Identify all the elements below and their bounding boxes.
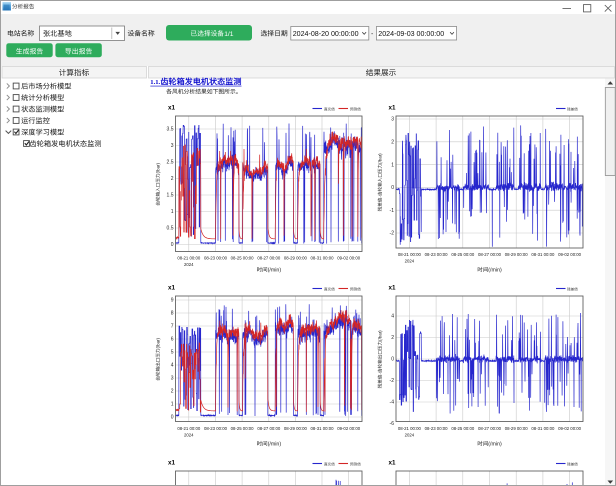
svg-text:x1: x1 [389,460,397,467]
svg-text:-2: -2 [390,231,395,237]
svg-text:2: 2 [391,140,394,146]
svg-text:6: 6 [171,337,174,343]
svg-text:2024: 2024 [405,259,415,264]
svg-text:4: 4 [171,363,174,369]
svg-text:8: 8 [171,311,174,317]
svg-text:08-21 00:00: 08-21 00:00 [177,426,201,431]
svg-text:08-23 00:00: 08-23 00:00 [425,426,449,431]
svg-text:09-02 00:00: 09-02 00:00 [558,252,582,257]
svg-text:3: 3 [391,117,394,123]
svg-text:2024-08-20 00:00:00: 2024-08-20 00:00:00 [293,30,359,38]
svg-text:08-27 00:00: 08-27 00:00 [257,256,281,261]
svg-text:0.5: 0.5 [167,226,174,232]
svg-text:2.5: 2.5 [167,160,174,166]
svg-text:-6: -6 [390,421,395,427]
svg-text:08-21 00:00: 08-21 00:00 [398,252,422,257]
svg-text:9: 9 [171,298,174,304]
svg-text:2: 2 [391,335,394,341]
svg-text:08-29 00:00: 08-29 00:00 [284,426,308,431]
svg-text:08-29 00:00: 08-29 00:00 [505,426,529,431]
svg-text:08-31 00:00: 08-31 00:00 [531,252,555,257]
svg-text:1.5: 1.5 [167,193,174,199]
svg-text:08-25 00:00: 08-25 00:00 [451,252,475,257]
svg-text:3: 3 [171,376,174,382]
svg-text:08-29 00:00: 08-29 00:00 [284,256,308,261]
svg-text:0: 0 [171,242,174,248]
svg-text:09-02 00:00: 09-02 00:00 [337,256,361,261]
svg-text:08-23 00:00: 08-23 00:00 [204,256,228,261]
svg-text:08-23 00:00: 08-23 00:00 [425,252,449,257]
svg-text:7: 7 [171,324,174,330]
svg-text:3.5: 3.5 [167,127,174,133]
svg-text:08-25 00:00: 08-25 00:00 [231,256,255,261]
svg-text:09-02 00:00: 09-02 00:00 [337,426,361,431]
svg-text:4: 4 [391,314,394,320]
svg-text:1: 1 [171,402,174,408]
svg-text:08-25 00:00: 08-25 00:00 [231,426,255,431]
svg-text:08-31 00:00: 08-31 00:00 [311,256,335,261]
svg-text:08-31 00:00: 08-31 00:00 [531,426,555,431]
svg-text:08-21 00:00: 08-21 00:00 [177,256,201,261]
svg-text:(/bar): (/bar) [156,162,161,173]
svg-text:2024: 2024 [184,433,194,438]
svg-text:(/bar): (/bar) [378,153,383,164]
svg-text:08-21 00:00: 08-21 00:00 [398,426,422,431]
svg-text:x1: x1 [389,285,397,292]
svg-text:09-02 00:00: 09-02 00:00 [558,426,582,431]
svg-text:x1: x1 [168,105,176,112]
svg-text:08-29 00:00: 08-29 00:00 [505,252,529,257]
svg-text:1.1.: 1.1. [150,79,160,86]
svg-text:1: 1 [171,209,174,215]
svg-text:0: 0 [171,415,174,421]
svg-text:-1: -1 [390,208,395,214]
svg-text:08-27 00:00: 08-27 00:00 [478,252,502,257]
svg-text:08-25 00:00: 08-25 00:00 [451,426,475,431]
svg-text:1: 1 [391,162,394,168]
svg-text:08-27 00:00: 08-27 00:00 [478,426,502,431]
svg-text:2024-09-03 00:00:00: 2024-09-03 00:00:00 [378,30,444,38]
svg-text:08-27 00:00: 08-27 00:00 [257,426,281,431]
svg-text:2: 2 [171,389,174,395]
svg-text:(/min): (/min) [268,442,282,448]
svg-text:x1: x1 [168,460,176,467]
svg-text:2024: 2024 [184,262,194,267]
svg-text:08-31 00:00: 08-31 00:00 [311,426,335,431]
svg-text:-4: -4 [390,400,395,406]
svg-text:x1: x1 [168,285,176,292]
svg-text:x1: x1 [389,105,397,112]
svg-text:(/min): (/min) [268,268,282,274]
svg-text:2024: 2024 [405,433,415,438]
svg-text:3: 3 [171,143,174,149]
svg-text:5: 5 [171,350,174,356]
svg-text:-2: -2 [390,378,395,384]
svg-text:(/min): (/min) [488,268,502,274]
svg-text:1/1: 1/1 [224,31,234,38]
svg-text:(/min): (/min) [488,442,502,448]
svg-text:08-23 00:00: 08-23 00:00 [204,426,228,431]
svg-text:0: 0 [391,185,394,191]
svg-text:2: 2 [171,176,174,182]
svg-text:(/bar): (/bar) [378,330,383,341]
svg-text:0: 0 [391,357,394,363]
svg-text:(/bar): (/bar) [156,337,161,348]
